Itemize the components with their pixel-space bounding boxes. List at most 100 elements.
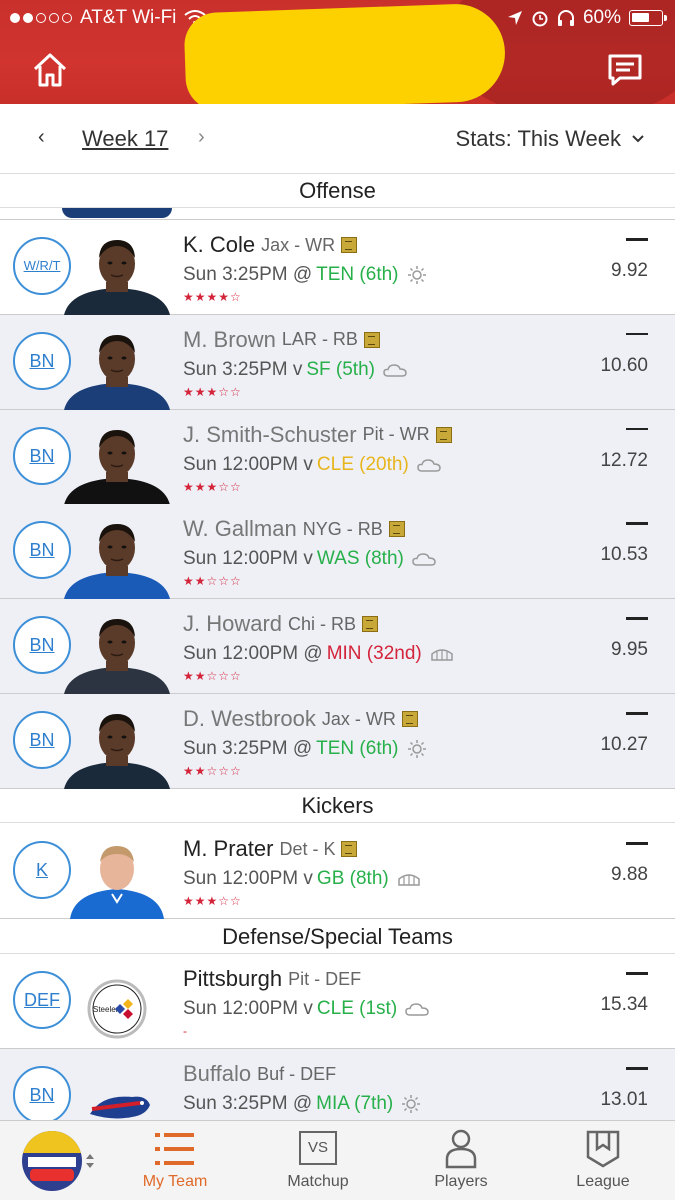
player-rating-stars: ★★★☆☆ bbox=[183, 384, 242, 399]
current-points-dash bbox=[626, 617, 648, 620]
player-name[interactable]: D. Westbrook bbox=[183, 706, 316, 732]
game-info: Sun 12:00PM v CLE (1st) bbox=[183, 998, 429, 1020]
chevron-down-icon bbox=[632, 135, 644, 143]
player-name[interactable]: M. Brown bbox=[183, 327, 276, 353]
home-icon bbox=[33, 53, 67, 87]
player-name[interactable]: J. Smith-Schuster bbox=[183, 422, 357, 448]
tab-my-team[interactable]: My Team bbox=[120, 1121, 230, 1200]
player-team-position: LAR - RB bbox=[281, 329, 358, 350]
player-name[interactable]: K. Cole bbox=[183, 232, 255, 258]
game-time: Sun 12:00PM v bbox=[183, 548, 313, 570]
tab-matchup[interactable]: VS Matchup bbox=[262, 1121, 374, 1200]
current-points-dash bbox=[626, 842, 648, 845]
game-info: Sun 3:25PM @ TEN (6th) bbox=[183, 738, 427, 760]
player-row[interactable]: BN D. Westbrook Jax - WR Sun 3:25PM @ TEN (6… bbox=[0, 694, 675, 789]
next-week-button[interactable]: › bbox=[198, 126, 205, 149]
player-silhouette-icon bbox=[445, 1129, 477, 1169]
game-info: Sun 3:25PM @ TEN (6th) bbox=[183, 264, 427, 286]
player-name-line: J. Smith-Schuster Pit - WR bbox=[183, 422, 452, 448]
bottom-tab-bar: My Team VS Matchup Players League bbox=[0, 1120, 675, 1200]
league-shield-icon bbox=[586, 1130, 620, 1168]
alarm-clock-icon bbox=[532, 11, 548, 27]
tab-league[interactable]: League bbox=[547, 1121, 659, 1200]
current-points-dash bbox=[626, 238, 648, 241]
game-time: Sun 3:25PM @ bbox=[183, 738, 313, 759]
player-note-icon[interactable] bbox=[435, 426, 452, 443]
section-header-kickers: Kickers bbox=[0, 789, 675, 823]
game-time: Sun 12:00PM v bbox=[183, 868, 313, 889]
game-info: Sun 12:00PM v WAS (8th) bbox=[183, 548, 436, 570]
player-photo bbox=[64, 334, 170, 410]
opponent-rank: SF (5th) bbox=[306, 358, 375, 380]
player-photo-frame bbox=[62, 325, 172, 410]
player-info: K. Cole Jax - WR Sun 3:25PM @ TEN (6th) ★★★★… bbox=[183, 232, 427, 304]
game-info: Sun 12:00PM v CLE (20th) bbox=[183, 454, 452, 476]
current-points-dash bbox=[626, 972, 648, 975]
cloudy-weather-icon bbox=[405, 1003, 429, 1016]
player-note-icon[interactable] bbox=[341, 841, 358, 857]
week-selector[interactable]: Week 17 bbox=[82, 126, 168, 152]
cloudy-weather-icon bbox=[383, 364, 407, 377]
player-photo bbox=[70, 846, 164, 919]
player-photo-frame bbox=[62, 704, 172, 789]
sunny-weather-icon bbox=[407, 266, 426, 284]
home-button[interactable] bbox=[30, 50, 70, 90]
player-photo-frame bbox=[62, 230, 172, 315]
player-rating-stars: ★★☆☆☆ bbox=[183, 669, 242, 684]
team-logo: Steelers bbox=[87, 979, 147, 1039]
player-note-icon[interactable] bbox=[401, 711, 418, 727]
player-name[interactable]: J. Howard bbox=[183, 611, 282, 637]
player-row[interactable]: W/R/T K. Cole Jax - WR Sun 3:25PM @ TEN (6th… bbox=[0, 220, 675, 315]
player-name-line: Buffalo Buf - DEF bbox=[183, 1061, 421, 1087]
tab-players[interactable]: Players bbox=[405, 1121, 517, 1200]
player-row[interactable]: BN W. Gallman NYG - RB Sun 12:00PM v WAS (8… bbox=[0, 504, 675, 600]
player-team-position: Jax - WR bbox=[321, 708, 396, 729]
dome-stadium-icon bbox=[397, 874, 420, 886]
player-note-icon[interactable] bbox=[341, 237, 358, 253]
projected-points: 9.88 bbox=[611, 864, 648, 885]
player-info: M. Brown LAR - RB Sun 3:25PM v SF (5th) ★★★… bbox=[183, 327, 407, 399]
player-note-icon[interactable] bbox=[362, 616, 379, 633]
game-info: Sun 3:25PM @ MIA (7th) bbox=[183, 1093, 421, 1115]
league-switcher[interactable] bbox=[0, 1121, 110, 1200]
player-name[interactable]: Buffalo bbox=[183, 1061, 251, 1087]
headphones-icon bbox=[557, 10, 574, 26]
player-photo bbox=[64, 619, 170, 695]
section-header-defense: Defense/Special Teams bbox=[0, 920, 675, 954]
player-name[interactable]: Pittsburgh bbox=[183, 966, 282, 992]
player-note-icon[interactable] bbox=[388, 521, 405, 538]
player-row[interactable]: BN J. Smith-Schuster Pit - WR Sun 12:00PM v… bbox=[0, 409, 675, 505]
player-name-line: K. Cole Jax - WR bbox=[183, 232, 427, 258]
player-name[interactable]: M. Prater bbox=[183, 836, 273, 862]
player-name-line: Pittsburgh Pit - DEF bbox=[183, 966, 429, 992]
opponent-rank: MIA (7th) bbox=[316, 1093, 394, 1114]
list-icon bbox=[155, 1133, 194, 1165]
current-points-dash bbox=[626, 522, 648, 525]
player-row[interactable]: DEF Steelers Pittsburgh Pit - DEF Sun 12:00P… bbox=[0, 954, 675, 1049]
player-note-icon[interactable] bbox=[363, 331, 380, 348]
previous-week-button[interactable]: ‹ bbox=[38, 126, 45, 149]
game-info: Sun 12:00PM v GB (8th) bbox=[183, 868, 421, 890]
projected-points: 13.01 bbox=[600, 1089, 648, 1110]
opponent-rank: TEN (6th) bbox=[316, 264, 399, 285]
player-row[interactable]: BN M. Brown LAR - RB Sun 3:25PM v SF (5th) ★… bbox=[0, 314, 675, 410]
messages-button[interactable] bbox=[605, 50, 645, 90]
player-photo bbox=[64, 240, 170, 315]
versus-icon: VS bbox=[299, 1131, 337, 1165]
player-photo-frame bbox=[62, 420, 172, 505]
player-row[interactable]: K M. Prater Det - K Sun 12:00PM v GB (8th) ★… bbox=[0, 824, 675, 919]
stats-filter-dropdown[interactable]: Stats: This Week bbox=[456, 126, 645, 152]
player-photo bbox=[64, 429, 170, 505]
opponent-rank: WAS (8th) bbox=[316, 548, 404, 570]
player-name[interactable]: W. Gallman bbox=[183, 516, 297, 542]
player-photo bbox=[64, 714, 170, 789]
current-points-dash bbox=[626, 712, 648, 715]
sunny-weather-icon bbox=[407, 740, 426, 758]
player-row[interactable]: BN J. Howard Chi - RB Sun 12:00PM @ MIN (32n… bbox=[0, 599, 675, 695]
app-header: AT&T Wi-Fi 60% bbox=[0, 0, 675, 104]
player-photo bbox=[64, 524, 170, 600]
game-time: Sun 12:00PM v bbox=[183, 453, 313, 475]
projected-points: 9.95 bbox=[611, 639, 648, 661]
player-rating-stars: ★★★☆☆ bbox=[183, 479, 242, 494]
player-name-line: W. Gallman NYG - RB bbox=[183, 516, 436, 542]
